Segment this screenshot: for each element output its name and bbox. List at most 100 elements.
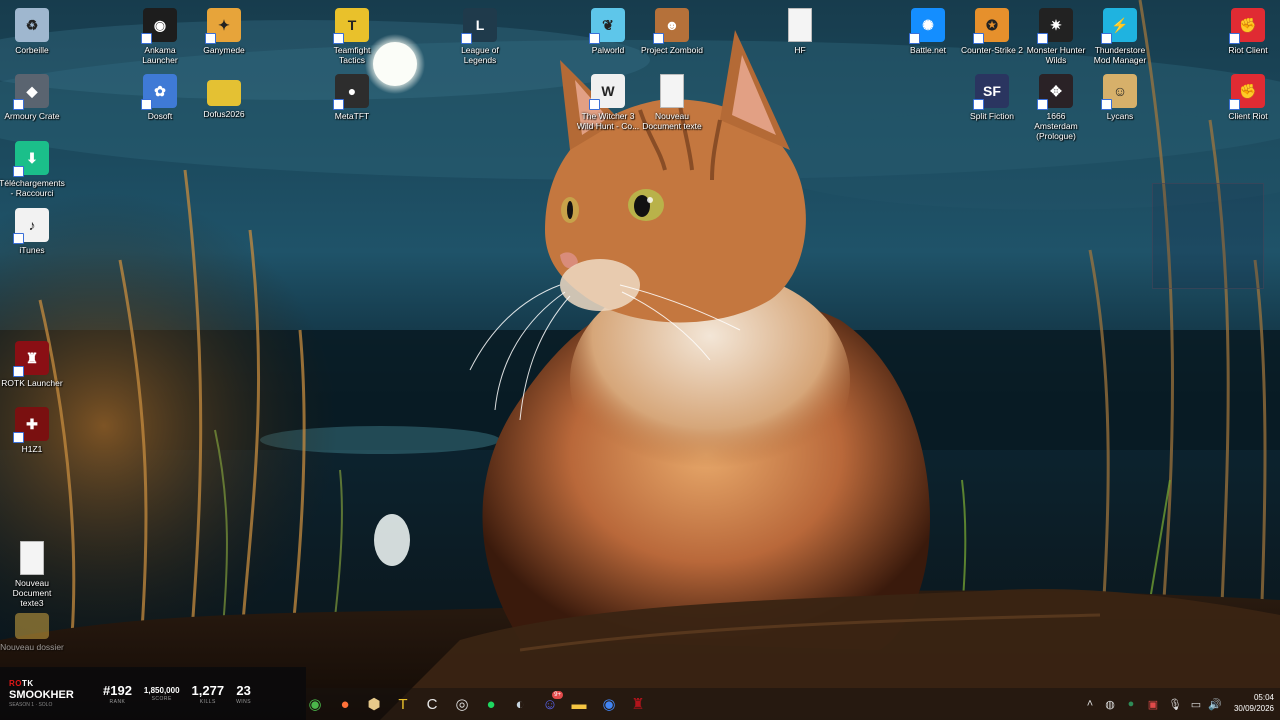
firefox-icon[interactable]: ● (336, 695, 354, 713)
text-document-icon (660, 74, 684, 108)
desktop-icon-label: Armoury Crate (4, 111, 60, 121)
desktop-icon-hf[interactable]: HF (768, 8, 832, 55)
desktop-icon-label: Split Fiction (970, 111, 1014, 121)
desktop-icon-rotk[interactable]: ♜ ROTK Launcher (0, 341, 64, 388)
obs-icon[interactable]: ◎ (453, 695, 471, 713)
shortcut-arrow-icon (653, 33, 664, 44)
chrome-icon[interactable]: ◉ (600, 695, 618, 713)
desktop-icon-itunes[interactable]: ♪ iTunes (0, 208, 64, 255)
chevron-up-icon[interactable]: ˄ (1083, 697, 1097, 711)
split-fiction-icon: SF (973, 74, 1009, 110)
stat-kills: 1,277 KILLS (186, 683, 231, 705)
stat-kills-value: 1,277 (191, 682, 225, 698)
thunderstore-icon: ⚡ (1101, 8, 1137, 44)
stat-rank-key: RANK (109, 698, 126, 705)
desktop-icon-cs2[interactable]: ✪ Counter-Strike 2 (960, 8, 1024, 55)
desktop-icon-metatft[interactable]: ● MetaTFT (320, 74, 384, 121)
shortcut-arrow-icon (141, 33, 152, 44)
desktop-icon-witcher[interactable]: W The Witcher 3 Wild Hunt - Co... (576, 74, 640, 131)
desktop-icon-nouveau3[interactable]: Nouveau Document texte3 (0, 541, 64, 608)
desktop-icon-splitfiction[interactable]: SF Split Fiction (960, 74, 1024, 121)
desktop-icon-label: League of Legends (461, 45, 499, 65)
shortcut-arrow-icon (13, 99, 24, 110)
desktop-icon-label: MetaTFT (334, 111, 370, 121)
desktop-icon-label: HF (794, 45, 806, 55)
mhw-icon: ✷ (1037, 8, 1073, 44)
shortcut-arrow-icon (909, 33, 920, 44)
shortcut-arrow-icon (461, 33, 472, 44)
microphone-icon[interactable]: 🎙 (1168, 697, 1182, 711)
desktop-icon-ankama[interactable]: ◉ Ankama Launcher (128, 8, 192, 65)
app-tray-icon[interactable]: ◍ (1103, 697, 1117, 711)
desktop-icon-label: Project Zomboid (641, 45, 703, 55)
shortcut-arrow-icon (1229, 99, 1240, 110)
spotify-icon[interactable]: ● (482, 695, 500, 713)
desktop-icon-label: Lycans (1106, 111, 1134, 121)
desktop-icon-lycans[interactable]: ☺ Lycans (1088, 74, 1152, 121)
desktop-icon-dofus2026[interactable]: Dofus2026 (192, 74, 256, 119)
rotk-launcher-icon[interactable]: ♜ (629, 695, 647, 713)
desktop-icon-nouveaudossier[interactable]: Nouveau dossier (0, 607, 64, 652)
shortcut-arrow-icon (13, 233, 24, 244)
shortcut-arrow-icon (13, 366, 24, 377)
zomboid-icon: ☻ (653, 8, 689, 44)
desktop-icon-h1z1[interactable]: ✚ H1Z1 (0, 407, 64, 454)
desktop-icon-palworld[interactable]: ❦ Palworld (576, 8, 640, 55)
selection-rectangle (1152, 183, 1264, 289)
desktop-icon-teamfight[interactable]: T Teamfight Tactics (320, 8, 384, 65)
desktop-icon-lol[interactable]: L League of Legends (448, 8, 512, 65)
nvidia-tray-icon[interactable]: ● (1124, 697, 1138, 711)
desktop-icon-label: Nouveau dossier (0, 642, 64, 652)
taskbar-clock[interactable]: 05:04 30/09/2026 (1222, 692, 1274, 714)
witcher-icon: W (589, 74, 625, 110)
desktop-icon-amsterdam[interactable]: ✥ 1666 Amsterdam (Prologue) (1024, 74, 1088, 141)
shortcut-arrow-icon (141, 99, 152, 110)
monitor-icon[interactable]: ▭ (1189, 697, 1203, 711)
desktop-icon-thunderstore[interactable]: ⚡ Thunderstore Mod Manager (1088, 8, 1152, 65)
desktop-icon-label: Palworld (591, 45, 625, 55)
steam-icon[interactable]: ◐ (511, 695, 529, 713)
stat-rank-value: #192 (103, 682, 132, 698)
hex-app-icon[interactable]: ⬢ (365, 695, 383, 713)
desktop-icon-zomboid[interactable]: ☻ Project Zomboid (640, 8, 704, 55)
desktop-icon-corbeille[interactable]: ♻ Corbeille (0, 8, 64, 55)
shortcut-arrow-icon (13, 166, 24, 177)
palworld-icon: ❦ (589, 8, 625, 44)
ccleaner-icon[interactable]: C (423, 695, 441, 713)
desktop-icon-label: The Witcher 3 Wild Hunt - Co... (576, 111, 640, 131)
shortcut-arrow-icon (1101, 99, 1112, 110)
desktop-icon-label: Monster Hunter Wilds (1026, 45, 1086, 65)
desktop-icon-nouveau[interactable]: Nouveau Document texte (640, 74, 704, 131)
file-explorer-icon[interactable]: ▬ (570, 695, 588, 713)
shortcut-arrow-icon (1037, 99, 1048, 110)
volume-icon[interactable]: 🔊 (1208, 697, 1222, 711)
app-tray-icon-2[interactable]: ▣ (1146, 697, 1160, 711)
desktop-icon-label: Nouveau Document texte3 (12, 578, 52, 608)
desktop-icon-dosoft[interactable]: ✿ Dosoft (128, 74, 192, 121)
desktop-icon-label: Téléchargements - Raccourci (0, 178, 65, 198)
desktop-icon-riotclient[interactable]: ✊ Riot Client (1216, 8, 1280, 55)
h1z1-icon: ✚ (13, 407, 49, 443)
clock-date: 30/09/2026 (1233, 704, 1274, 713)
shortcut-arrow-icon (205, 33, 216, 44)
discord-icon[interactable]: ☺ 9+ (541, 691, 563, 713)
stat-wins-key: WINS (236, 698, 252, 705)
riot-client-icon: ✊ (1229, 8, 1265, 44)
desktop-icon-label: Nouveau Document texte (642, 111, 702, 131)
desktop-icon-telechargements[interactable]: ⬇ Téléchargements - Raccourci (0, 141, 65, 198)
clock-time: 05:04 (1253, 693, 1274, 702)
desktop-icon-clientriot[interactable]: ✊ Client Riot (1216, 74, 1280, 121)
desktop-icon-ganymede[interactable]: ✦ Ganymede (192, 8, 256, 55)
xbox-app-icon[interactable]: ◉ (306, 695, 324, 713)
desktop-icon-battlenet[interactable]: ✺ Battle.net (896, 8, 960, 55)
folder-icon (207, 80, 241, 106)
desktop-icon-label: H1Z1 (21, 444, 43, 454)
desktop-icon-label: Ganymede (203, 45, 245, 55)
tft-icon[interactable]: T (394, 695, 412, 713)
desktop-icon-label: Riot Client (1228, 45, 1268, 55)
desktop-icon-armoury[interactable]: ◆ Armoury Crate (0, 74, 64, 121)
desktop-icon-mhw[interactable]: ✷ Monster Hunter Wilds (1024, 8, 1088, 65)
amsterdam-icon: ✥ (1037, 74, 1073, 110)
shortcut-arrow-icon (973, 33, 984, 44)
desktop-icon-label: Dosoft (147, 111, 173, 121)
